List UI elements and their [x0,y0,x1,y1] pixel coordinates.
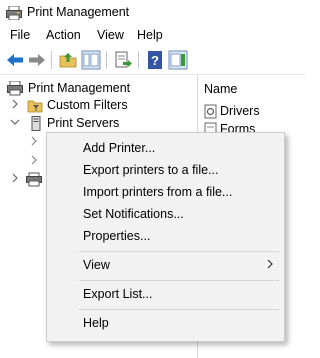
menu-separator [79,280,279,281]
menu-item-properties[interactable]: Properties... [47,225,284,247]
tree-item-label: Custom Filters [47,98,128,112]
menu-item-export-list[interactable]: Export List... [47,283,284,305]
up-folder-icon[interactable] [58,50,78,70]
menu-item-label: Add Printer... [83,141,156,155]
help-icon[interactable]: ? [145,50,165,70]
menu-item-export-printers[interactable]: Export printers to a file... [47,159,284,181]
submenu-arrow-icon [267,259,273,269]
tree-item-print-servers[interactable]: Print Servers [0,114,197,133]
menu-item-label: Export printers to a file... [83,163,219,177]
window-title: Print Management [27,5,130,19]
toolbar: ? [0,45,305,75]
menu-item-label: View [83,258,110,272]
export-list-icon[interactable] [113,50,133,70]
toolbar-separator [106,51,107,69]
menu-item-view[interactable]: View [47,254,284,276]
menu-item-label: Help [83,316,109,330]
filter-folder-icon [27,100,43,113]
action-pane-icon[interactable] [168,50,188,70]
chevron-right-icon[interactable] [29,136,39,146]
menu-item-set-notifications[interactable]: Set Notifications... [47,203,284,225]
tree-item-label: Print Management [28,81,131,95]
menu-item-add-printer[interactable]: Add Printer... [47,137,284,159]
menu-item-label: Set Notifications... [83,207,184,221]
menu-view[interactable]: View [97,28,124,42]
chevron-down-icon[interactable] [10,117,20,127]
show-hide-tree-icon[interactable] [81,50,101,70]
list-item-label: Drivers [220,104,260,118]
back-icon[interactable] [5,50,25,70]
forward-icon[interactable] [27,50,47,70]
toolbar-separator [51,51,52,69]
menu-bar: File Action View Help [0,26,305,45]
server-icon [31,116,41,131]
column-header-name[interactable]: Name [204,82,237,96]
tree-item-custom-filters[interactable]: Custom Filters [0,96,197,115]
menu-item-label: Properties... [83,229,151,243]
menu-item-import-printers[interactable]: Import printers from a file... [47,181,284,203]
tree-item-label: Print Servers [47,116,120,130]
context-menu: Add Printer... Export printers to a file… [46,132,285,342]
menu-action[interactable]: Action [46,28,81,42]
chevron-right-icon[interactable] [10,99,20,109]
menu-item-label: Import printers from a file... [83,185,233,199]
driver-icon [204,104,217,119]
svg-text:?: ? [151,53,159,68]
list-item-drivers[interactable]: Drivers [204,103,304,121]
menu-item-help[interactable]: Help [47,312,284,334]
menu-help[interactable]: Help [137,28,163,42]
print-management-icon [6,6,22,20]
menu-item-label: Export List... [83,287,153,301]
chevron-right-icon[interactable] [10,173,20,183]
menu-file[interactable]: File [10,28,30,42]
print-management-icon [7,81,23,96]
toolbar-separator [138,51,139,69]
menu-separator [79,251,279,252]
menu-separator [79,309,279,310]
printer-icon [26,172,42,187]
chevron-right-icon[interactable] [29,155,39,165]
title-bar: Print Management [0,0,305,26]
